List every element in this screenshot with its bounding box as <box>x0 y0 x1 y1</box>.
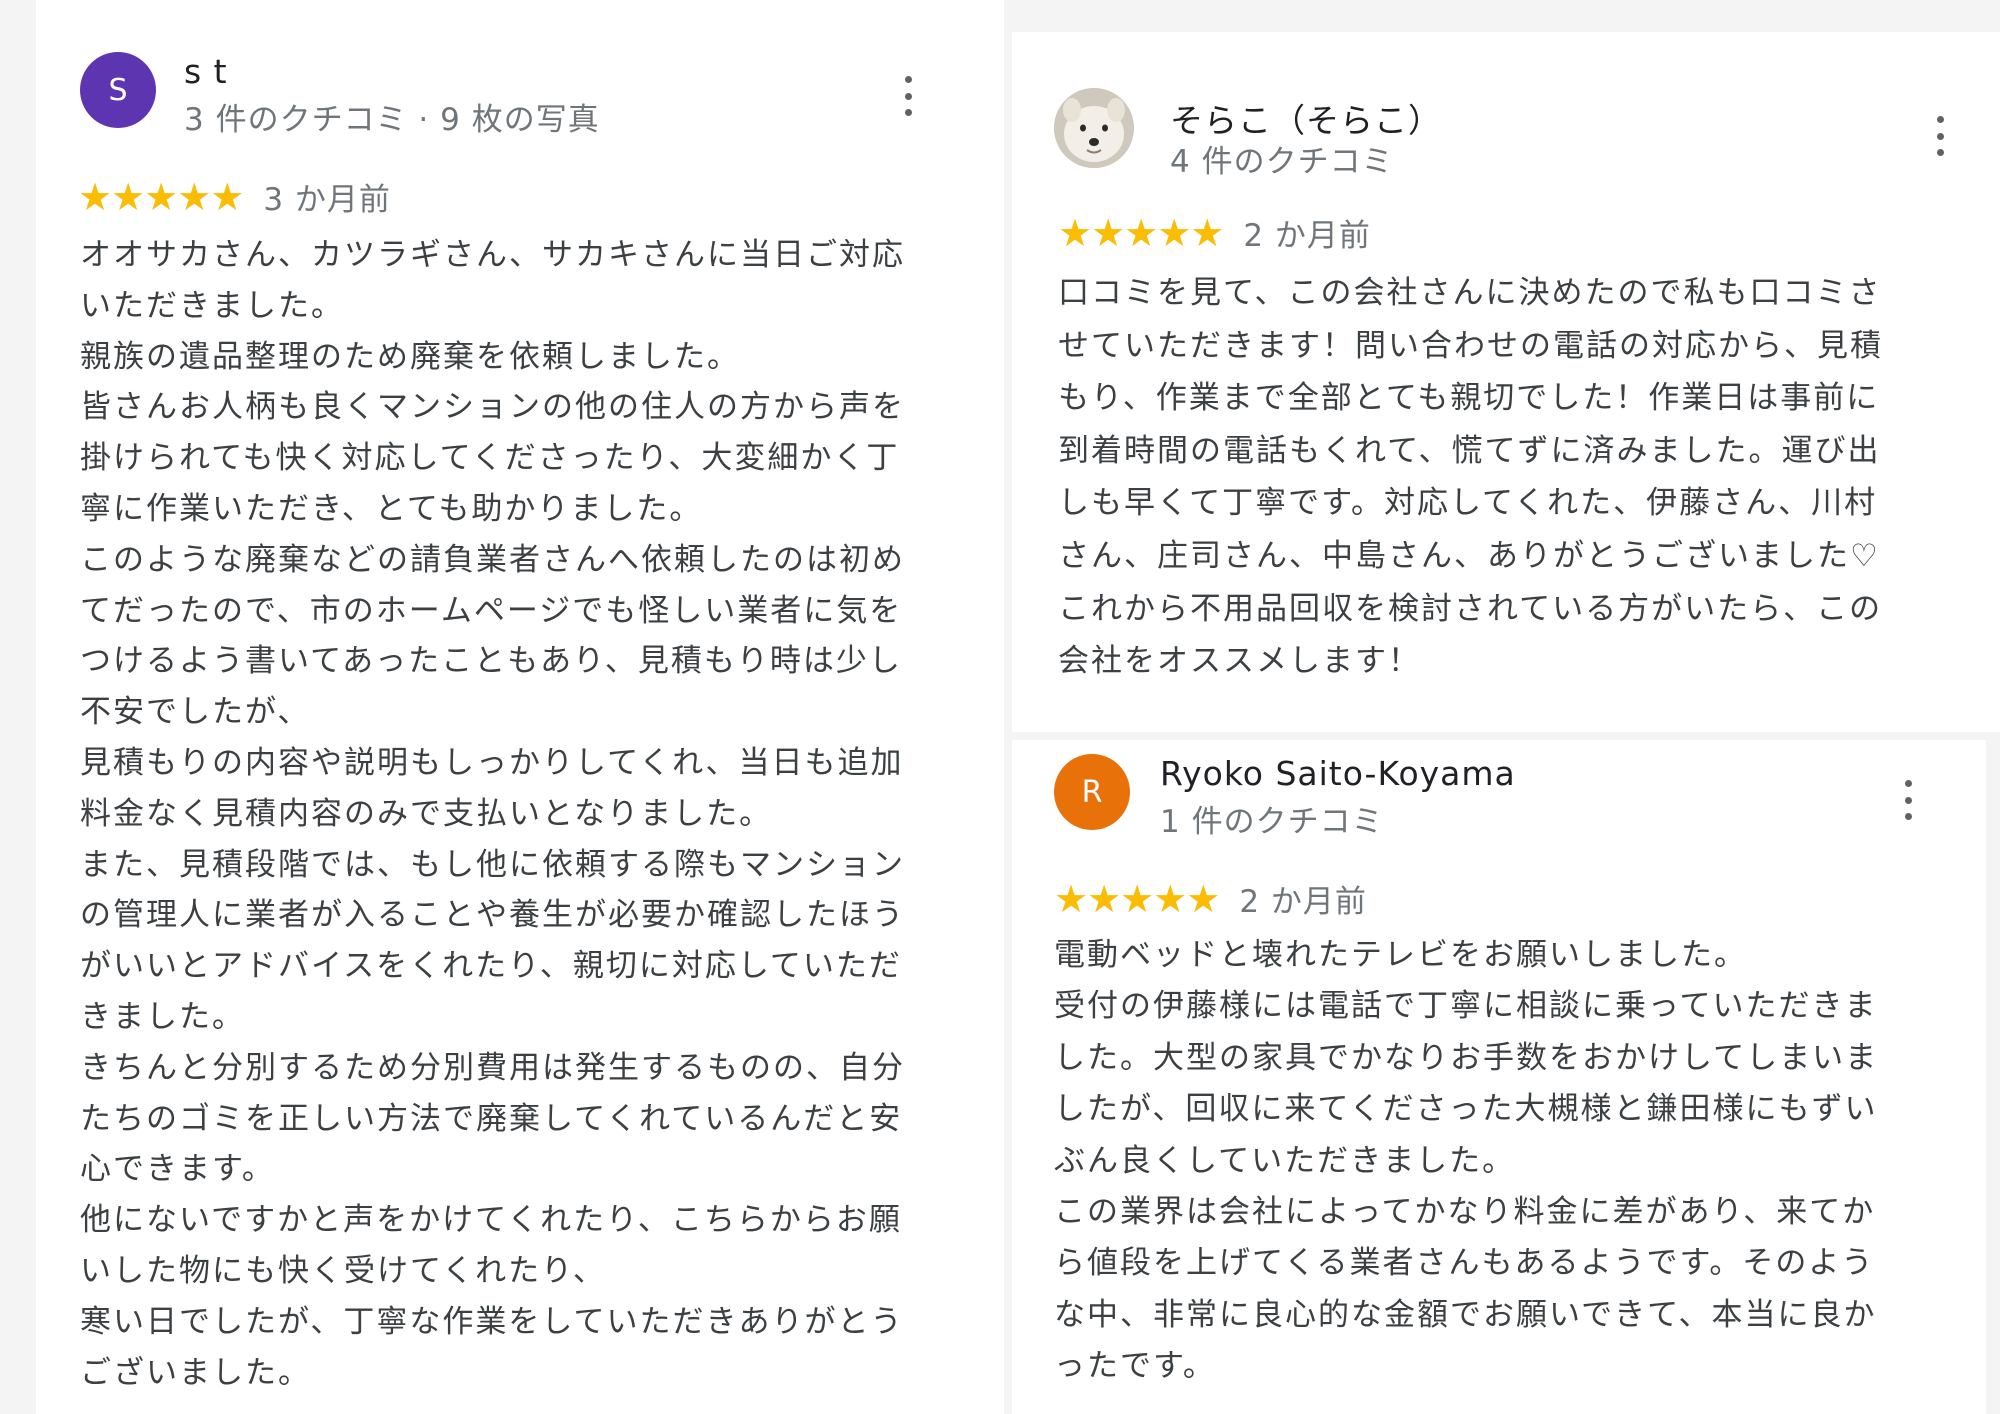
star-rating: ★★★★★ <box>1058 210 1224 255</box>
review-line: この業界は会社によってかなり料金に差があり、来てか <box>1054 1194 1876 1231</box>
review-line: また、見積段階では、もし他に依頼する際もマンション <box>80 846 905 883</box>
review-card: R Ryoko Saito-Koyama 1 件のクチコミ ★★★★★ 2 か月… <box>1012 740 1986 1414</box>
reviewer-meta: 4 件のクチコミ <box>1170 144 1394 180</box>
avatar[interactable]: R <box>1054 754 1130 830</box>
review-line: ったです。 <box>1054 1348 1216 1385</box>
review-line: 不安でしたが、 <box>80 694 311 731</box>
review-line: 会社をオススメします！ <box>1058 643 1421 680</box>
review-card: S s t 3 件のクチコミ · 9 枚の写真 ★★★★★ 3 か月前 オオサカ… <box>36 0 1004 1414</box>
review-date: 3 か月前 <box>263 182 391 218</box>
review-line: な中、非常に良心的な金額でお願いできて、本当に良か <box>1054 1296 1877 1333</box>
review-line: した。大型の家具でかなりお手数をおかけしてしまいま <box>1054 1039 1879 1076</box>
review-line: 見積もりの内容や説明もしっかりしてくれ、当日も追加 <box>80 744 904 781</box>
review-line: せていただきます！問い合わせの電話の対応から、見積 <box>1058 327 1883 364</box>
rating-row: ★★★★★ 2 か月前 <box>1054 876 1367 921</box>
review-line: 到着時間の電話もくれて、慌てずに済みました。運び出 <box>1058 432 1881 469</box>
review-line: きちんと分別するため分別費用は発生するものの、自分 <box>80 1049 905 1086</box>
review-card: そらこ（そらこ） 4 件のクチコミ ★★★★★ 2 か月前 口コミを見て、この会… <box>1012 32 2000 732</box>
review-text: 電動ベッドと壊れたテレビをお願いしました。受付の伊藤様には電話で丁寧に相談に乗っ… <box>1054 930 1878 1393</box>
review-line: このような廃棄などの請負業者さんへ依頼したのは初め <box>80 541 905 578</box>
review-line: 掛けられても快く対応してくださったり、大変細かく丁 <box>80 440 900 477</box>
review-line: ございました。 <box>80 1354 311 1391</box>
avatar[interactable]: S <box>80 52 156 128</box>
review-line: もり、作業まで全部とても親切でした！作業日は事前に <box>1058 380 1880 417</box>
review-line: さん、庄司さん、中島さん、ありがとうございました♡ <box>1058 537 1880 574</box>
review-line: 心できます。 <box>80 1151 275 1188</box>
dog-photo-icon <box>1054 88 1134 168</box>
more-options-icon[interactable] <box>902 76 914 116</box>
avatar[interactable] <box>1054 88 1134 168</box>
reviewer-meta: 1 件のクチコミ <box>1160 804 1384 840</box>
more-options-icon[interactable] <box>1934 116 1946 156</box>
review-text: 口コミを見て、この会社さんに決めたので私も口コミさ せていただきます！問い合わせの… <box>1058 267 1883 688</box>
review-line: の管理人に業者が入ることや養生が必要か確認したほう <box>80 897 905 934</box>
reviewer-name[interactable]: そらこ（そらこ） <box>1170 94 1442 142</box>
review-date: 2 か月前 <box>1239 884 1367 920</box>
review-line: 親族の遺品整理のため廃棄を依頼しました。 <box>80 338 740 375</box>
review-line: 受付の伊藤様には電話で丁寧に相談に乗っていただきま <box>1054 988 1878 1025</box>
review-line: 料金なく見積内容のみで支払いとなりました。 <box>80 795 773 832</box>
review-line: ら値段を上げてくる業者さんもあるようです。そのよう <box>1054 1245 1875 1282</box>
review-line: したが、回収に来てくださった大槻様と鎌田様にもずい <box>1054 1091 1878 1128</box>
review-line: 電動ベッドと壊れたテレビをお願いしました。 <box>1054 937 1747 973</box>
review-line: つけるよう書いてあったこともあり、見積もり時は少し <box>80 643 902 680</box>
review-line: きました。 <box>80 998 245 1035</box>
star-rating: ★★★★★ <box>78 174 244 219</box>
reviewer-name[interactable]: Ryoko Saito-Koyama <box>1160 754 1516 793</box>
rating-row: ★★★★★ 2 か月前 <box>1058 210 1371 255</box>
review-line: がいいとアドバイスをくれたり、親切に対応していただ <box>80 948 902 985</box>
review-line: しも早くて丁寧です。対応してくれた、伊藤さん、川村 <box>1058 485 1878 522</box>
review-line: 寒い日でしたが、丁寧な作業をしていただきありがとう <box>80 1303 904 1340</box>
review-line: いただきました。 <box>80 287 344 324</box>
review-line: これから不用品回収を検討されている方がいたら、この <box>1058 590 1883 627</box>
reviewer-name[interactable]: s t <box>184 52 228 91</box>
review-line: ぶん良くしていただきました。 <box>1054 1142 1516 1179</box>
review-line: 口コミを見て、この会社さんに決めたので私も口コミさ <box>1058 275 1882 311</box>
review-line: てだったので、市のホームページでも怪しい業者に気を <box>80 592 903 629</box>
more-options-icon[interactable] <box>1902 780 1914 820</box>
review-line: たちのゴミを正しい方法で廃棄してくれているんだと安 <box>80 1100 903 1137</box>
review-line: オオサカさん、カツラギさん、サカキさんに当日ご対応 <box>80 237 905 273</box>
review-text: オオサカさん、カツラギさん、サカキさんに当日ご対応 いただきました。親族の遺品整理… <box>80 230 905 1398</box>
review-line: いした物にも快く受けてくれたり、 <box>80 1252 606 1289</box>
review-line: 他にないですかと声をかけてくれたり、こちらからお願 <box>80 1202 902 1239</box>
rating-row: ★★★★★ 3 か月前 <box>78 174 391 219</box>
review-date: 2 か月前 <box>1243 218 1371 254</box>
review-line: 皆さんお人柄も良くマンションの他の住人の方から声を <box>80 389 905 426</box>
reviewer-meta: 3 件のクチコミ · 9 枚の写真 <box>184 102 600 138</box>
star-rating: ★★★★★ <box>1054 876 1220 921</box>
review-line: 寧に作業いただき、とても助かりました。 <box>80 490 703 527</box>
